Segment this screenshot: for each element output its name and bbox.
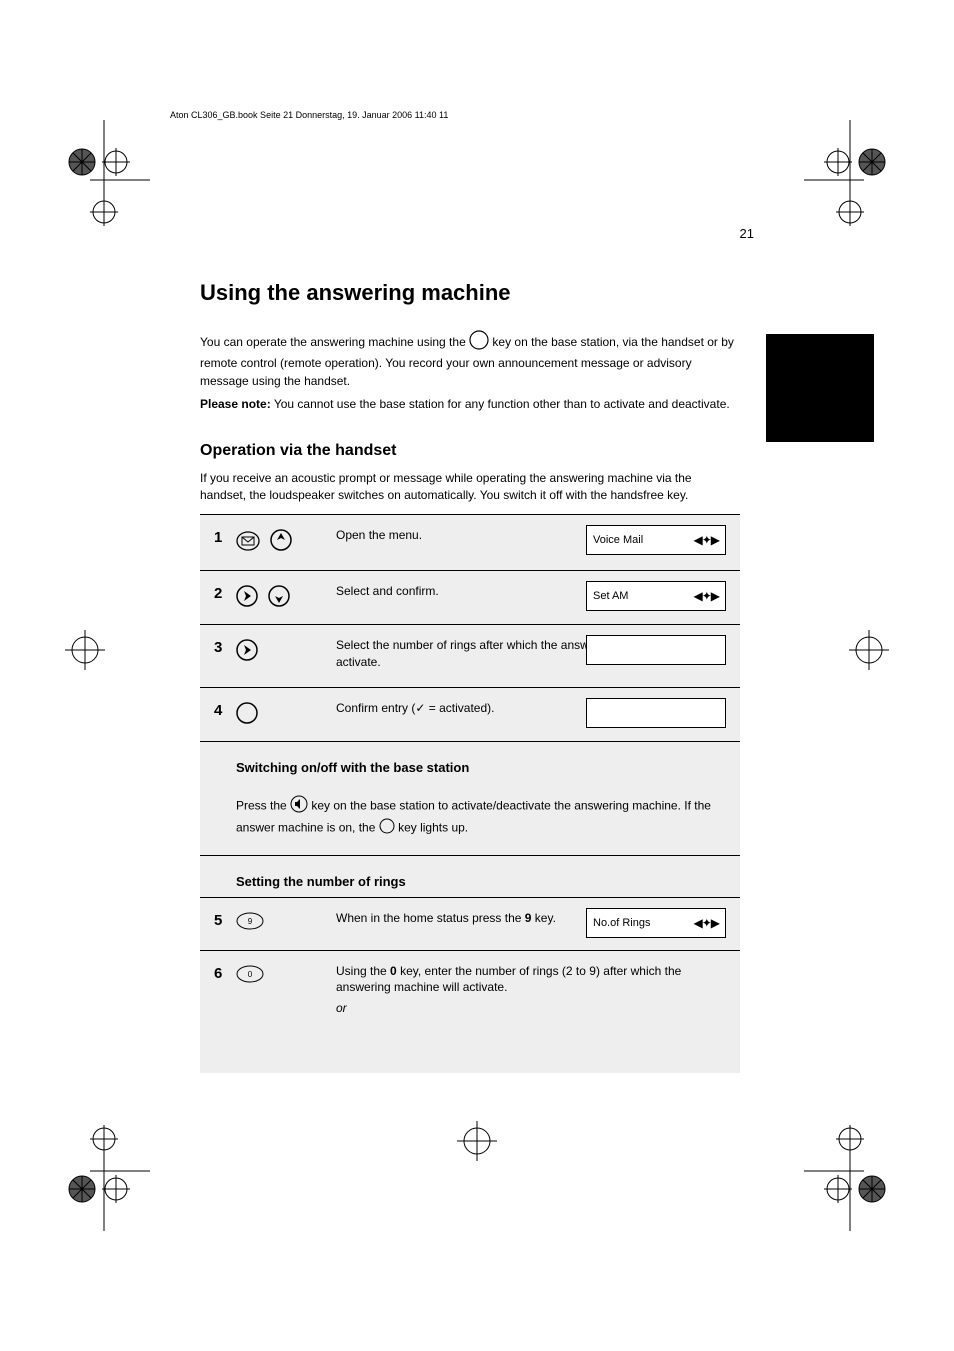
step-text: = activated). [425, 701, 494, 715]
crop-mark-icon [60, 120, 150, 230]
crop-mark-icon [804, 1121, 894, 1231]
lcd-display [586, 698, 726, 728]
am-key-icon [379, 818, 395, 839]
step-row: 1 Open the menu. Voice Mail ◀✦▶ [200, 515, 740, 571]
note-body: You cannot use the base station for any … [274, 397, 730, 411]
step-text: When in the home status press the [336, 911, 525, 925]
note-label: Please note: [200, 397, 271, 411]
lcd-text: Set AM [593, 590, 628, 602]
step-row: 5 9 When in the home status press the 9 … [200, 897, 740, 951]
section-heading: Operation via the handset [200, 442, 740, 460]
svg-text:0: 0 [248, 970, 253, 979]
step-text: Confirm entry ( [336, 701, 415, 715]
step-row: 4 Confirm entry (✓ = activated). [200, 688, 740, 742]
step-row: 3 Select the number of rings after which… [200, 625, 740, 688]
lcd-display: Set AM ◀✦▶ [586, 581, 726, 611]
section-tab [766, 334, 874, 442]
step-text: key lights up. [398, 820, 468, 834]
am-key-icon [469, 330, 489, 355]
step-text: Using the [336, 964, 390, 978]
nav-arrows-icon: ◀✦▶ [693, 916, 719, 930]
step-row: 6 0 Using the 0 key, enter the number of… [200, 951, 740, 1033]
lcd-display [586, 635, 726, 665]
doc-header-line: Aton CL306_GB.book Seite 21 Donnerstag, … [170, 110, 448, 120]
keypad-9-icon: 9 [236, 912, 264, 935]
crop-mark-icon [60, 1121, 150, 1231]
steps-table: 1 Open the menu. Voice Mail ◀✦▶ 2 [200, 514, 740, 1073]
crop-mark-icon [839, 620, 899, 680]
step-or: or [336, 1000, 716, 1017]
step-number: 3 [214, 637, 236, 656]
keypad-0-icon: 0 [236, 965, 264, 988]
step-number: 5 [214, 910, 236, 929]
nav-right-key-icon [236, 585, 258, 612]
intro-text: You can operate the answering machine us… [200, 330, 740, 414]
check-icon: ✓ [415, 701, 425, 715]
step-row: Press the key on the base station to act… [200, 783, 740, 856]
speaker-key-icon [290, 795, 308, 818]
subsection-heading: Switching on/off with the base station [200, 742, 740, 783]
key-9-label: 9 [525, 911, 532, 925]
step-text: key. [535, 911, 556, 925]
step-row: 2 Select and confirm. Set AM ◀✦▶ [200, 571, 740, 625]
subsection-heading: Setting the number of rings [200, 856, 740, 897]
crop-mark-icon [804, 120, 894, 230]
lcd-text: No.of Rings [593, 917, 650, 929]
lcd-text: Voice Mail [593, 534, 643, 546]
key-0-label: 0 [390, 964, 397, 978]
page-number: 21 [740, 226, 754, 241]
envelope-key-icon [236, 529, 260, 558]
crop-mark-icon [55, 620, 115, 680]
step-number: 1 [214, 527, 236, 546]
page-title: Using the answering machine [200, 280, 740, 306]
ok-key-icon [236, 702, 258, 729]
content-area: Using the answering machine You can oper… [200, 280, 740, 1073]
lcd-display: No.of Rings ◀✦▶ [586, 908, 726, 938]
nav-up-key-icon [270, 529, 292, 556]
nav-down-key-icon [268, 585, 290, 612]
nav-right-key-icon [236, 639, 258, 666]
step-text: Press the [236, 799, 290, 813]
intro-p1a: You can operate the answering machine us… [200, 335, 469, 349]
nav-arrows-icon: ◀✦▶ [693, 533, 719, 547]
nav-arrows-icon: ◀✦▶ [693, 589, 719, 603]
step-number: 4 [214, 700, 236, 719]
crop-mark-icon [447, 1111, 507, 1171]
step-number: 6 [214, 963, 236, 982]
step-number: 2 [214, 583, 236, 602]
svg-text:9: 9 [248, 917, 253, 926]
section-intro: If you receive an acoustic prompt or mes… [200, 470, 740, 505]
lcd-display: Voice Mail ◀✦▶ [586, 525, 726, 555]
